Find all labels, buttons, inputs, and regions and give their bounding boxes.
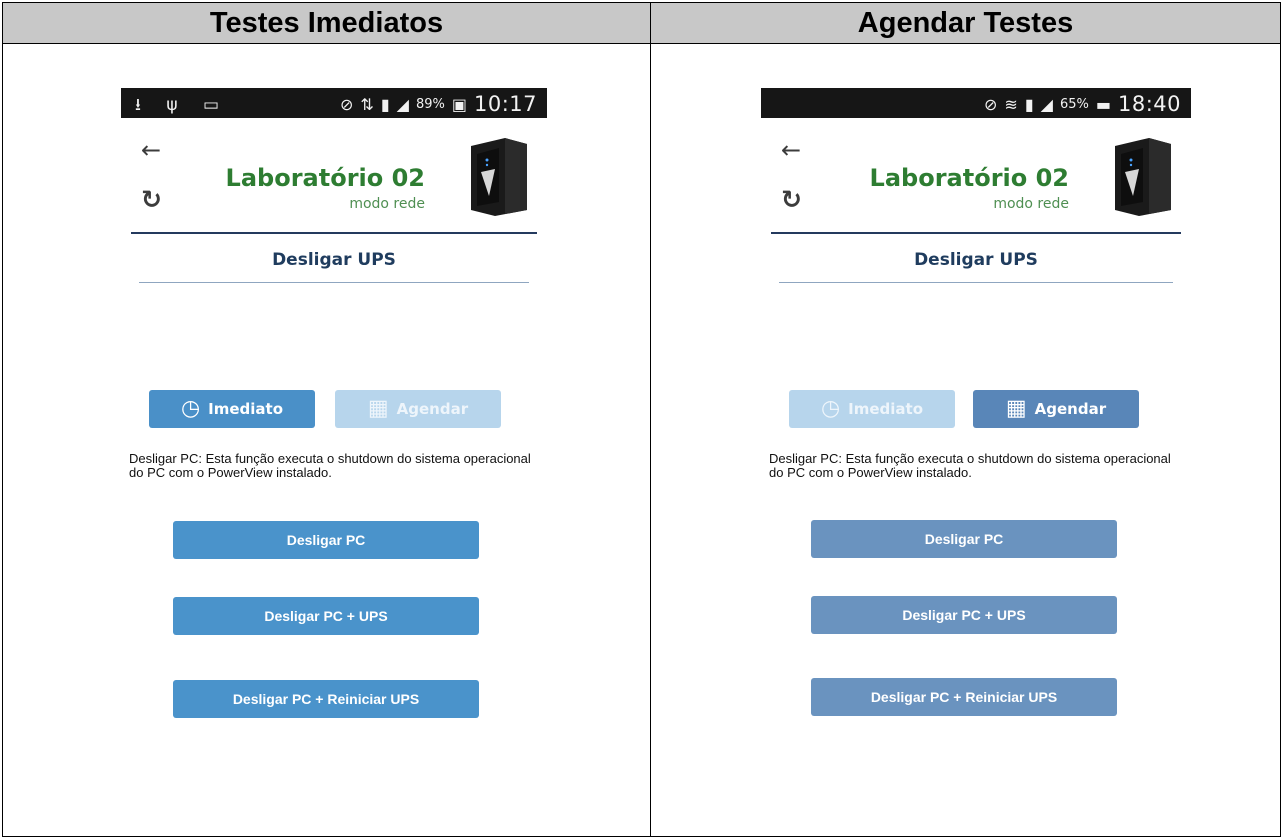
shutdown-pc-ups-button[interactable]: Desligar PC + UPS	[811, 596, 1117, 634]
phone-screenshot-schedule: ⊘ ≋ ▮ ◢ 65% ▬ 18:40 ← ↻ Laboratório 02 m…	[761, 88, 1191, 728]
schedule-label: Agendar	[396, 400, 469, 418]
header-agendar-testes: Agendar Testes	[650, 2, 1281, 44]
immediate-mode-button[interactable]: ◷ Imediato	[789, 390, 955, 428]
clock-icon: ◷	[180, 396, 201, 421]
sim-icon: ▮	[380, 94, 390, 114]
shutdown-pc-button[interactable]: Desligar PC	[811, 520, 1117, 558]
battery-percent: 89%	[415, 96, 445, 112]
device-title: Laboratório 02	[225, 164, 425, 192]
device-subtitle: modo rede	[993, 196, 1069, 212]
status-bar: ⭳ ψ ▭ ⊘ ⇅ ▮ ◢ 89% ▣ 10:17	[121, 88, 547, 118]
refresh-icon[interactable]: ↻	[141, 187, 162, 212]
function-description: Desligar PC: Esta função executa o shutd…	[129, 451, 531, 480]
data-icon: ⇅	[360, 94, 374, 114]
status-left-icons: ⭳ ψ ▭	[135, 95, 230, 115]
arrow-left-icon[interactable]: ←	[141, 138, 161, 162]
section-divider	[139, 282, 529, 283]
status-bar: ⊘ ≋ ▮ ◢ 65% ▬ 18:40	[761, 88, 1191, 118]
header-divider	[771, 232, 1181, 234]
immediate-mode-button[interactable]: ◷ Imediato	[149, 390, 315, 428]
calendar-icon: ▦	[1005, 396, 1027, 421]
wifi-icon: ≋	[1004, 94, 1018, 114]
ups-device-image	[1115, 138, 1171, 216]
status-time: 10:17	[473, 92, 537, 116]
device-subtitle: modo rede	[349, 196, 425, 212]
cell-immediate: ⭳ ψ ▭ ⊘ ⇅ ▮ ◢ 89% ▣ 10:17 ← ↻ Laboratóri…	[2, 43, 651, 837]
mute-icon: ⊘	[340, 94, 354, 114]
schedule-mode-button[interactable]: ▦ Agendar	[335, 390, 501, 428]
battery-icon: ▬	[1095, 94, 1111, 114]
header-divider	[131, 232, 537, 234]
schedule-mode-button[interactable]: ▦ Agendar	[973, 390, 1139, 428]
signal-icon: ◢	[396, 94, 409, 114]
ups-device-image	[471, 138, 527, 216]
comparison-table: Testes Imediatos Agendar Testes ⭳ ψ ▭ ⊘ …	[2, 2, 1281, 837]
battery-charging-icon: ▣	[451, 94, 467, 114]
status-right: ⊘ ⇅ ▮ ◢ 89% ▣ 10:17	[340, 92, 537, 116]
header-testes-imediatos: Testes Imediatos	[2, 2, 651, 44]
shutdown-pc-restart-ups-button[interactable]: Desligar PC + Reiniciar UPS	[811, 678, 1117, 716]
shutdown-pc-ups-button[interactable]: Desligar PC + UPS	[173, 597, 479, 635]
calendar-icon: ▦	[367, 396, 389, 421]
function-description: Desligar PC: Esta função executa o shutd…	[769, 451, 1171, 480]
device-title: Laboratório 02	[869, 164, 1069, 192]
refresh-icon[interactable]: ↻	[781, 187, 802, 212]
section-title: Desligar UPS	[272, 250, 396, 270]
shutdown-pc-button[interactable]: Desligar PC	[173, 521, 479, 559]
shutdown-pc-restart-ups-button[interactable]: Desligar PC + Reiniciar UPS	[173, 680, 479, 718]
immediate-label: Imediato	[848, 400, 924, 418]
immediate-label: Imediato	[208, 400, 284, 418]
clock-icon: ◷	[820, 396, 841, 421]
battery-percent: 65%	[1059, 96, 1089, 112]
status-time: 18:40	[1117, 92, 1181, 116]
sim-icon: ▮	[1024, 94, 1034, 114]
signal-icon: ◢	[1040, 94, 1053, 114]
status-right: ⊘ ≋ ▮ ◢ 65% ▬ 18:40	[984, 92, 1181, 116]
section-divider	[779, 282, 1173, 283]
cell-schedule: ⊘ ≋ ▮ ◢ 65% ▬ 18:40 ← ↻ Laboratório 02 m…	[650, 43, 1281, 837]
arrow-left-icon[interactable]: ←	[781, 138, 801, 162]
mute-icon: ⊘	[984, 94, 998, 114]
section-title: Desligar UPS	[914, 250, 1038, 270]
phone-screenshot-immediate: ⭳ ψ ▭ ⊘ ⇅ ▮ ◢ 89% ▣ 10:17 ← ↻ Laboratóri…	[121, 88, 547, 728]
schedule-label: Agendar	[1034, 400, 1107, 418]
